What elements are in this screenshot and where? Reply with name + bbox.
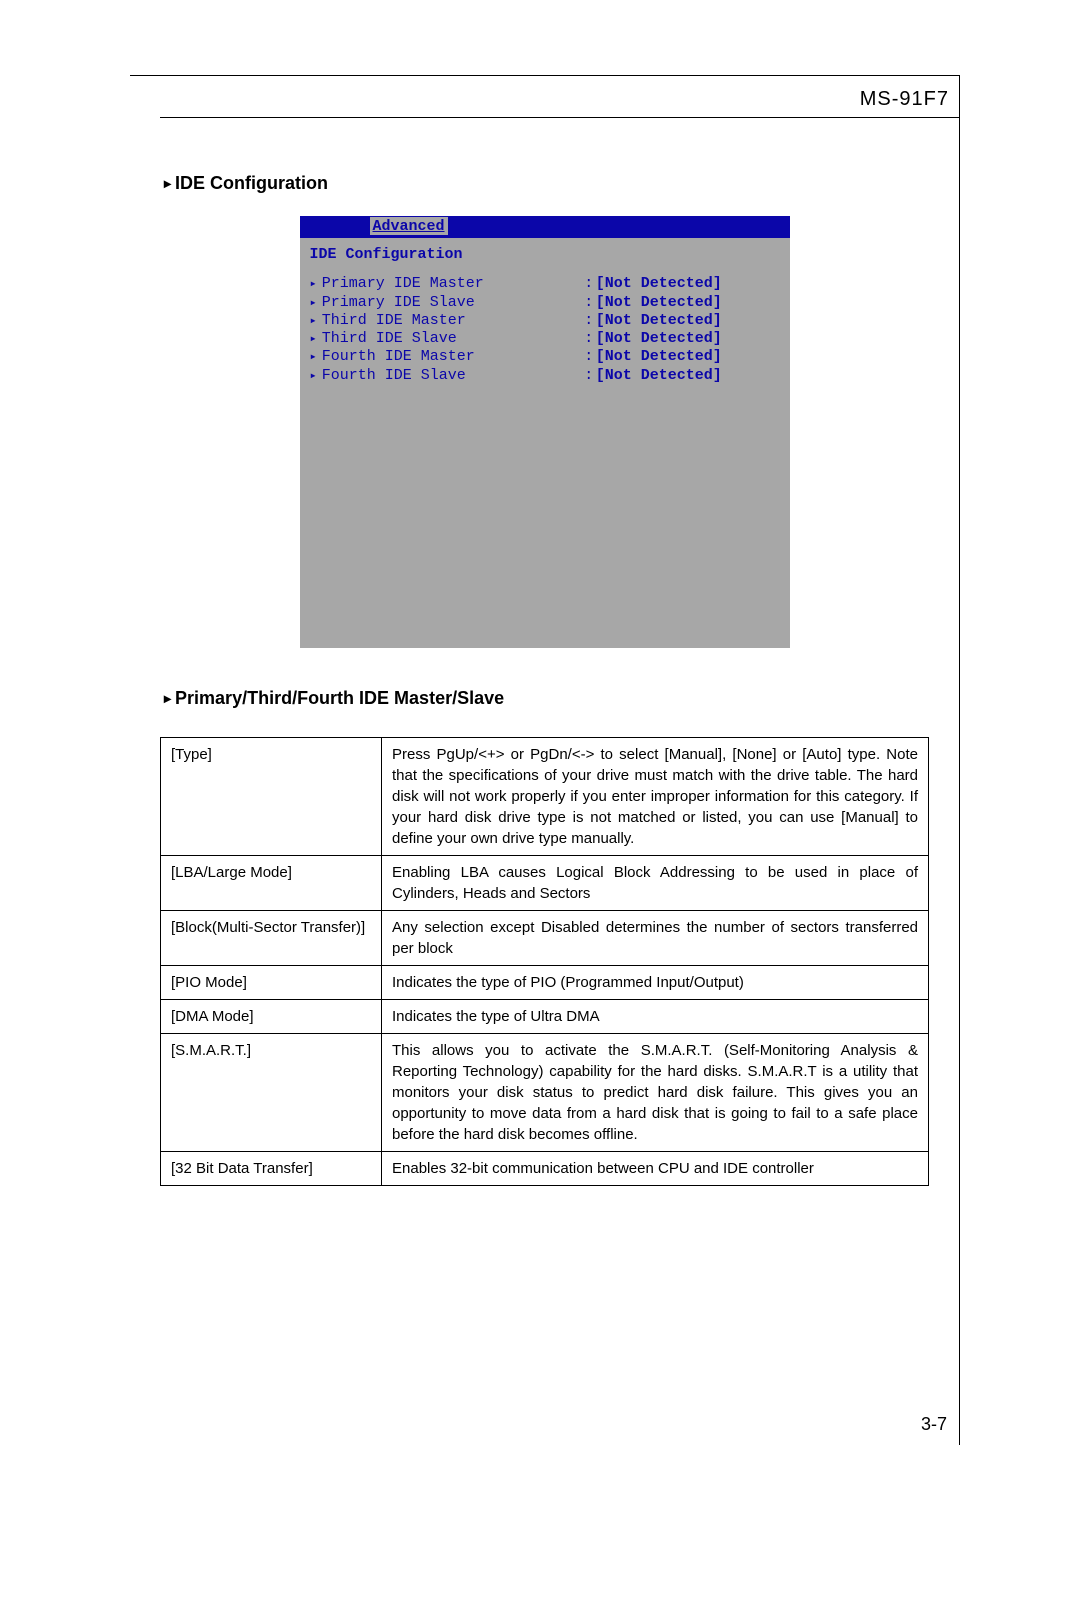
bios-item-label: Primary IDE Master <box>322 275 582 292</box>
table-row: [PIO Mode] Indicates the type of PIO (Pr… <box>161 966 929 1000</box>
bios-item-label: Fourth IDE Slave <box>322 367 582 384</box>
triangle-icon: ▸ <box>310 315 317 329</box>
bios-item: ▸ Third IDE Slave : [Not Detected] <box>310 330 780 347</box>
bios-colon: : <box>582 348 596 365</box>
triangle-icon: ▸ <box>310 278 317 292</box>
bios-item: ▸ Fourth IDE Slave : [Not Detected] <box>310 367 780 384</box>
param-name: [S.M.A.R.T.] <box>161 1034 382 1152</box>
param-desc: Any selection except Disabled determines… <box>382 911 929 966</box>
bios-item-value: [Not Detected] <box>596 275 780 292</box>
bios-colon: : <box>582 330 596 347</box>
bios-item: ▸ Primary IDE Master : [Not Detected] <box>310 275 780 292</box>
bios-colon: : <box>582 367 596 384</box>
bios-item-value: [Not Detected] <box>596 312 780 329</box>
param-desc: Enables 32-bit communication between CPU… <box>382 1152 929 1186</box>
param-name: [Type] <box>161 738 382 856</box>
bios-item-label: Primary IDE Slave <box>322 294 582 311</box>
param-name: [PIO Mode] <box>161 966 382 1000</box>
table-row: [LBA/Large Mode] Enabling LBA causes Log… <box>161 856 929 911</box>
section-title-ide-config: ▸IDE Configuration <box>164 173 929 194</box>
param-name: [DMA Mode] <box>161 1000 382 1034</box>
triangle-icon: ▸ <box>310 370 317 384</box>
bios-item-value: [Not Detected] <box>596 330 780 347</box>
triangle-icon: ▸ <box>164 175 171 192</box>
page: MS-91F7 ▸IDE Configuration Advanced IDE … <box>0 0 1080 1500</box>
parameter-table: [Type] Press PgUp/<+> or PgDn/<-> to sel… <box>160 737 929 1186</box>
page-number: 3-7 <box>921 1414 947 1435</box>
bios-colon: : <box>582 312 596 329</box>
bios-colon: : <box>582 275 596 292</box>
param-desc: Enabling LBA causes Logical Block Addres… <box>382 856 929 911</box>
table-row: [Type] Press PgUp/<+> or PgDn/<-> to sel… <box>161 738 929 856</box>
bios-item-value: [Not Detected] <box>596 367 780 384</box>
param-desc: This allows you to activate the S.M.A.R.… <box>382 1034 929 1152</box>
bios-item-value: [Not Detected] <box>596 348 780 365</box>
bios-colon: : <box>582 294 596 311</box>
header-model: MS-91F7 <box>160 76 959 117</box>
param-name: [Block(Multi-Sector Transfer)] <box>161 911 382 966</box>
bios-body: IDE Configuration ▸ Primary IDE Master :… <box>300 238 790 648</box>
bios-item: ▸ Primary IDE Slave : [Not Detected] <box>310 294 780 311</box>
page-frame: MS-91F7 ▸IDE Configuration Advanced IDE … <box>130 75 960 1445</box>
header-rule <box>160 117 959 118</box>
param-desc: Press PgUp/<+> or PgDn/<-> to select [Ma… <box>382 738 929 856</box>
bios-item: ▸ Third IDE Master : [Not Detected] <box>310 312 780 329</box>
param-desc: Indicates the type of Ultra DMA <box>382 1000 929 1034</box>
bios-screenshot: Advanced IDE Configuration ▸ Primary IDE… <box>300 216 790 648</box>
bios-item-label: Third IDE Master <box>322 312 582 329</box>
bios-item-label: Third IDE Slave <box>322 330 582 347</box>
bios-tab-bar: Advanced <box>300 216 790 238</box>
triangle-icon: ▸ <box>310 351 317 365</box>
section-title-ide-detail: ▸Primary/Third/Fourth IDE Master/Slave <box>164 688 929 709</box>
table-row: [Block(Multi-Sector Transfer)] Any selec… <box>161 911 929 966</box>
section-title-text: Primary/Third/Fourth IDE Master/Slave <box>175 688 504 708</box>
bios-item-value: [Not Detected] <box>596 294 780 311</box>
bios-item-label: Fourth IDE Master <box>322 348 582 365</box>
triangle-icon: ▸ <box>310 333 317 347</box>
param-desc: Indicates the type of PIO (Programmed In… <box>382 966 929 1000</box>
bios-heading: IDE Configuration <box>310 246 780 263</box>
table-row: [S.M.A.R.T.] This allows you to activate… <box>161 1034 929 1152</box>
triangle-icon: ▸ <box>310 297 317 311</box>
triangle-icon: ▸ <box>164 690 171 707</box>
param-name: [32 Bit Data Transfer] <box>161 1152 382 1186</box>
bios-tab-advanced: Advanced <box>370 217 448 235</box>
bios-item: ▸ Fourth IDE Master : [Not Detected] <box>310 348 780 365</box>
table-row: [32 Bit Data Transfer] Enables 32-bit co… <box>161 1152 929 1186</box>
section-title-text: IDE Configuration <box>175 173 328 193</box>
table-row: [DMA Mode] Indicates the type of Ultra D… <box>161 1000 929 1034</box>
param-name: [LBA/Large Mode] <box>161 856 382 911</box>
